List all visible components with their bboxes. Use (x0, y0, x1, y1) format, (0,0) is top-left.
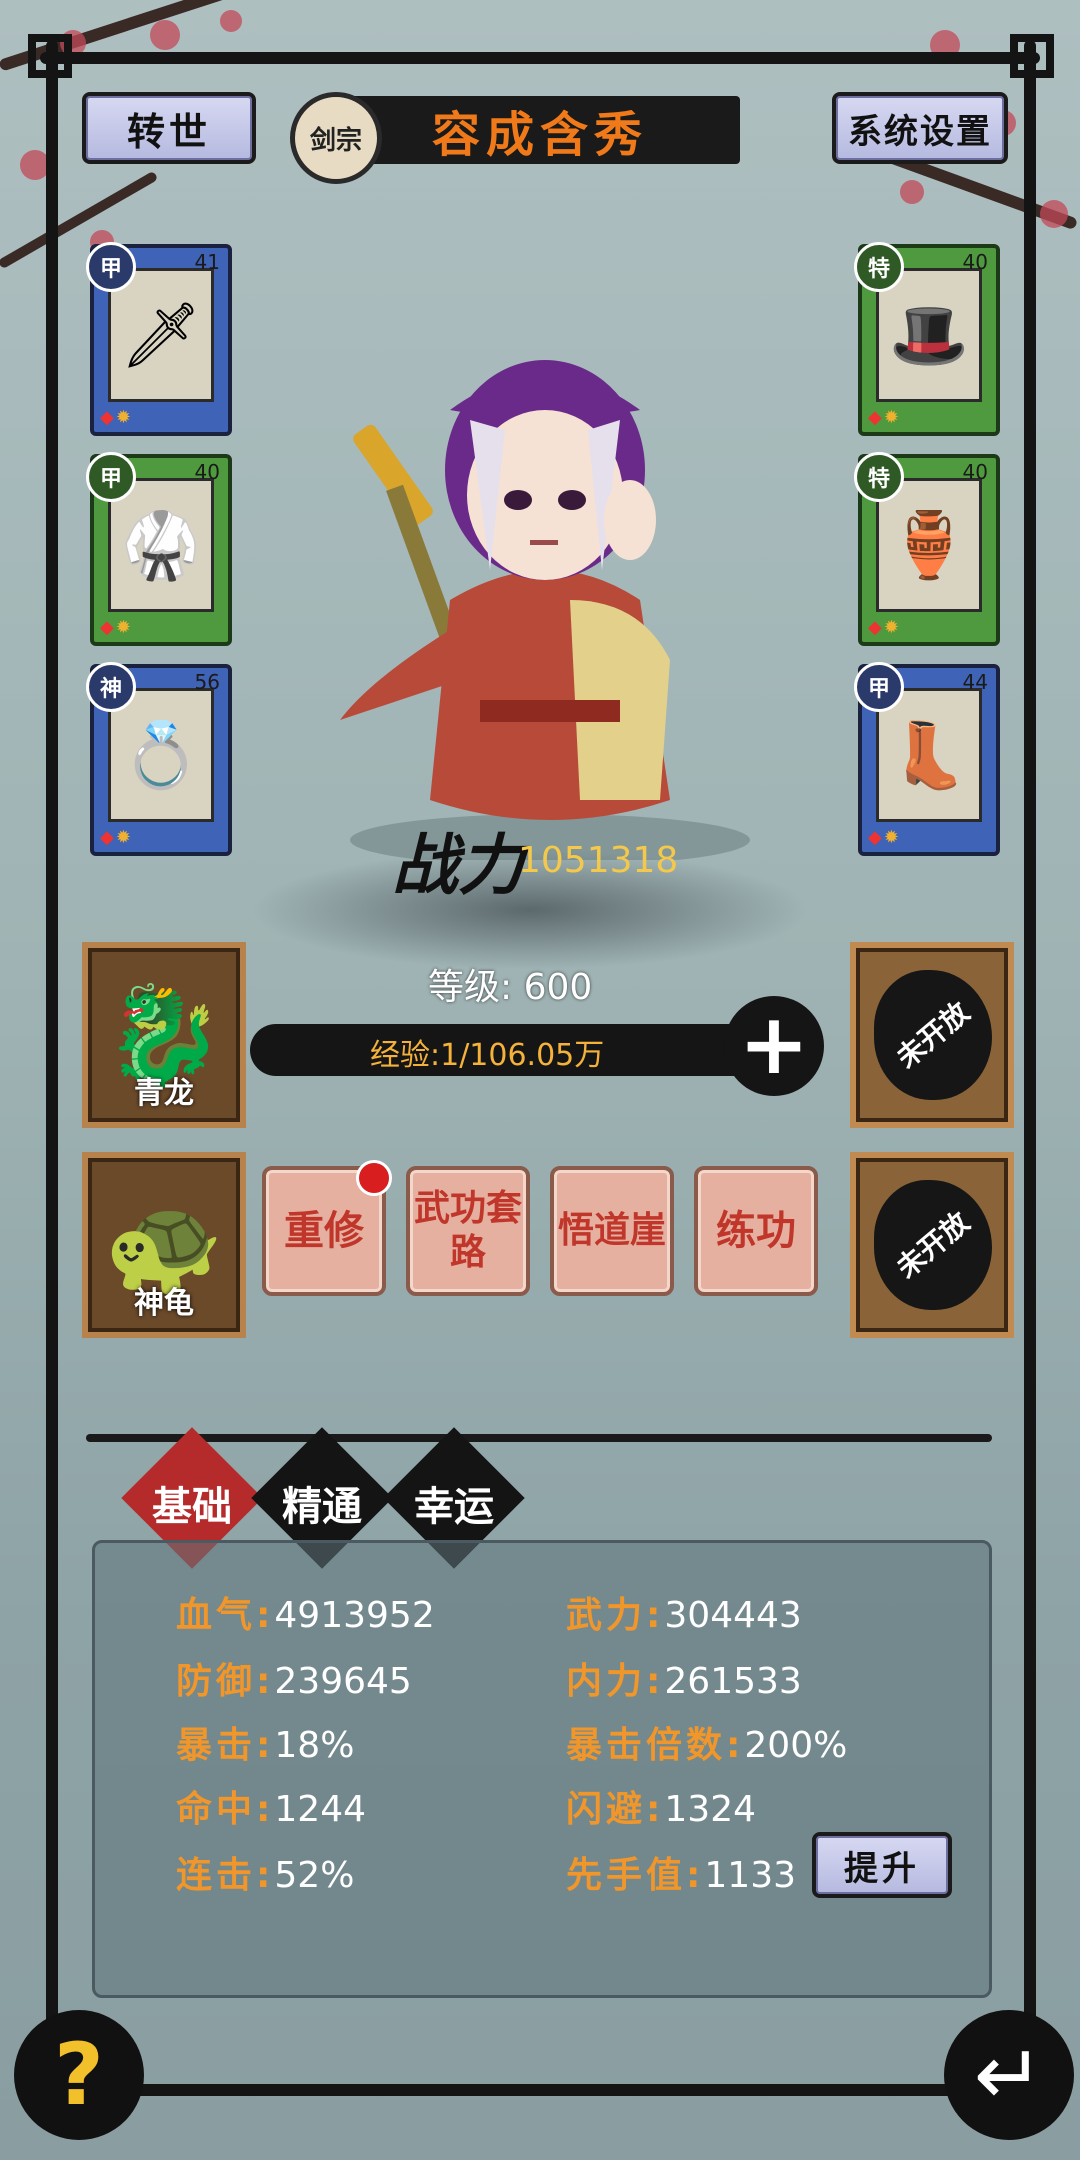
stat-row: 先手值:1133 (566, 1855, 797, 1896)
gem-icons: ◆✹ (868, 617, 901, 638)
back-icon[interactable]: ↵ (944, 2010, 1074, 2140)
boots-icon: 👢 (889, 718, 969, 793)
pet-name: 神龟 (134, 1286, 194, 1321)
equipment-tag: 神 (86, 662, 136, 712)
locked-slot-1[interactable]: 未开放 (850, 942, 1014, 1128)
help-icon[interactable]: ? (14, 2010, 144, 2140)
locked-slot-2[interactable]: 未开放 (850, 1152, 1014, 1338)
gem-icons: ◆✹ (100, 407, 133, 428)
pet-slot-turtle[interactable]: 🐢 神龟 (82, 1152, 246, 1338)
character-name: 容成含秀 (340, 96, 740, 164)
equipment-tag: 甲 (86, 452, 136, 502)
sword-icon: 🗡 (120, 298, 202, 373)
equipment-level: 56 (194, 670, 220, 694)
tab-luck[interactable]: 幸运 (374, 1474, 534, 1532)
upgrade-button[interactable]: 提升 (812, 1832, 952, 1898)
stat-row: 闪避:1324 (566, 1789, 757, 1830)
equipment-level: 40 (962, 460, 988, 484)
equipment-slot-weapon[interactable]: 🗡 甲 41 ◆✹ (86, 242, 232, 436)
power-value: 1051318 (518, 840, 679, 881)
level-text: 等级: 600 (428, 967, 593, 1008)
gem-icons: ◆✹ (100, 827, 133, 848)
power-label: 战力 (392, 827, 524, 904)
system-settings-button[interactable]: 系统设置 (832, 92, 1008, 164)
equipment-tag: 甲 (86, 242, 136, 292)
pet-name: 青龙 (134, 1076, 194, 1111)
equipment-level: 40 (962, 250, 988, 274)
equipment-slot-hat[interactable]: 🎩 特 40 ◆✹ (854, 242, 1000, 436)
gem-icons: ◆✹ (100, 617, 133, 638)
equipment-slot-gourd[interactable]: 🏺 特 40 ◆✹ (854, 452, 1000, 646)
martial-routine-button[interactable]: 武功套路 (406, 1166, 530, 1296)
stat-row: 武力:304443 (566, 1595, 802, 1636)
sect-badge: 剑宗 (290, 92, 382, 184)
add-exp-button[interactable]: + (724, 996, 824, 1096)
gem-icons: ◆✹ (868, 407, 901, 428)
pet-slot-dragon[interactable]: 🐉 青龙 (82, 942, 246, 1128)
equipment-tag: 特 (854, 452, 904, 502)
equipment-slot-boots[interactable]: 👢 甲 44 ◆✹ (854, 662, 1000, 856)
equipment-tag: 特 (854, 242, 904, 292)
equipment-slot-armor[interactable]: 🥋 甲 40 ◆✹ (86, 452, 232, 646)
equipment-level: 41 (194, 250, 220, 274)
notification-dot (356, 1160, 392, 1196)
character-portrait[interactable] (340, 300, 760, 866)
stat-row: 连击:52% (176, 1855, 355, 1896)
stat-row: 暴击倍数:200% (566, 1725, 848, 1766)
gem-icons: ◆✹ (868, 827, 901, 848)
equipment-slot-ring[interactable]: 💍 神 56 ◆✹ (86, 662, 232, 856)
stat-row: 防御:239645 (176, 1661, 412, 1702)
hat-icon: 🎩 (889, 298, 969, 373)
equipment-level: 40 (194, 460, 220, 484)
exp-text: 经验:1/106.05万 (370, 1038, 605, 1073)
gourd-icon: 🏺 (889, 508, 969, 583)
practice-button[interactable]: 练功 (694, 1166, 818, 1296)
equipment-level: 44 (962, 670, 988, 694)
equipment-tag: 甲 (854, 662, 904, 712)
stat-row: 内力:261533 (566, 1661, 802, 1702)
stat-row: 命中:1244 (176, 1789, 367, 1830)
stat-row: 血气:4913952 (176, 1595, 435, 1636)
stat-row: 暴击:18% (176, 1725, 355, 1766)
ring-icon: 💍 (121, 718, 201, 793)
armor-icon: 🥋 (121, 508, 201, 583)
section-divider (86, 1434, 992, 1442)
enlightenment-cliff-button[interactable]: 悟道崖 (550, 1166, 674, 1296)
rebirth-button[interactable]: 转世 (82, 92, 256, 164)
